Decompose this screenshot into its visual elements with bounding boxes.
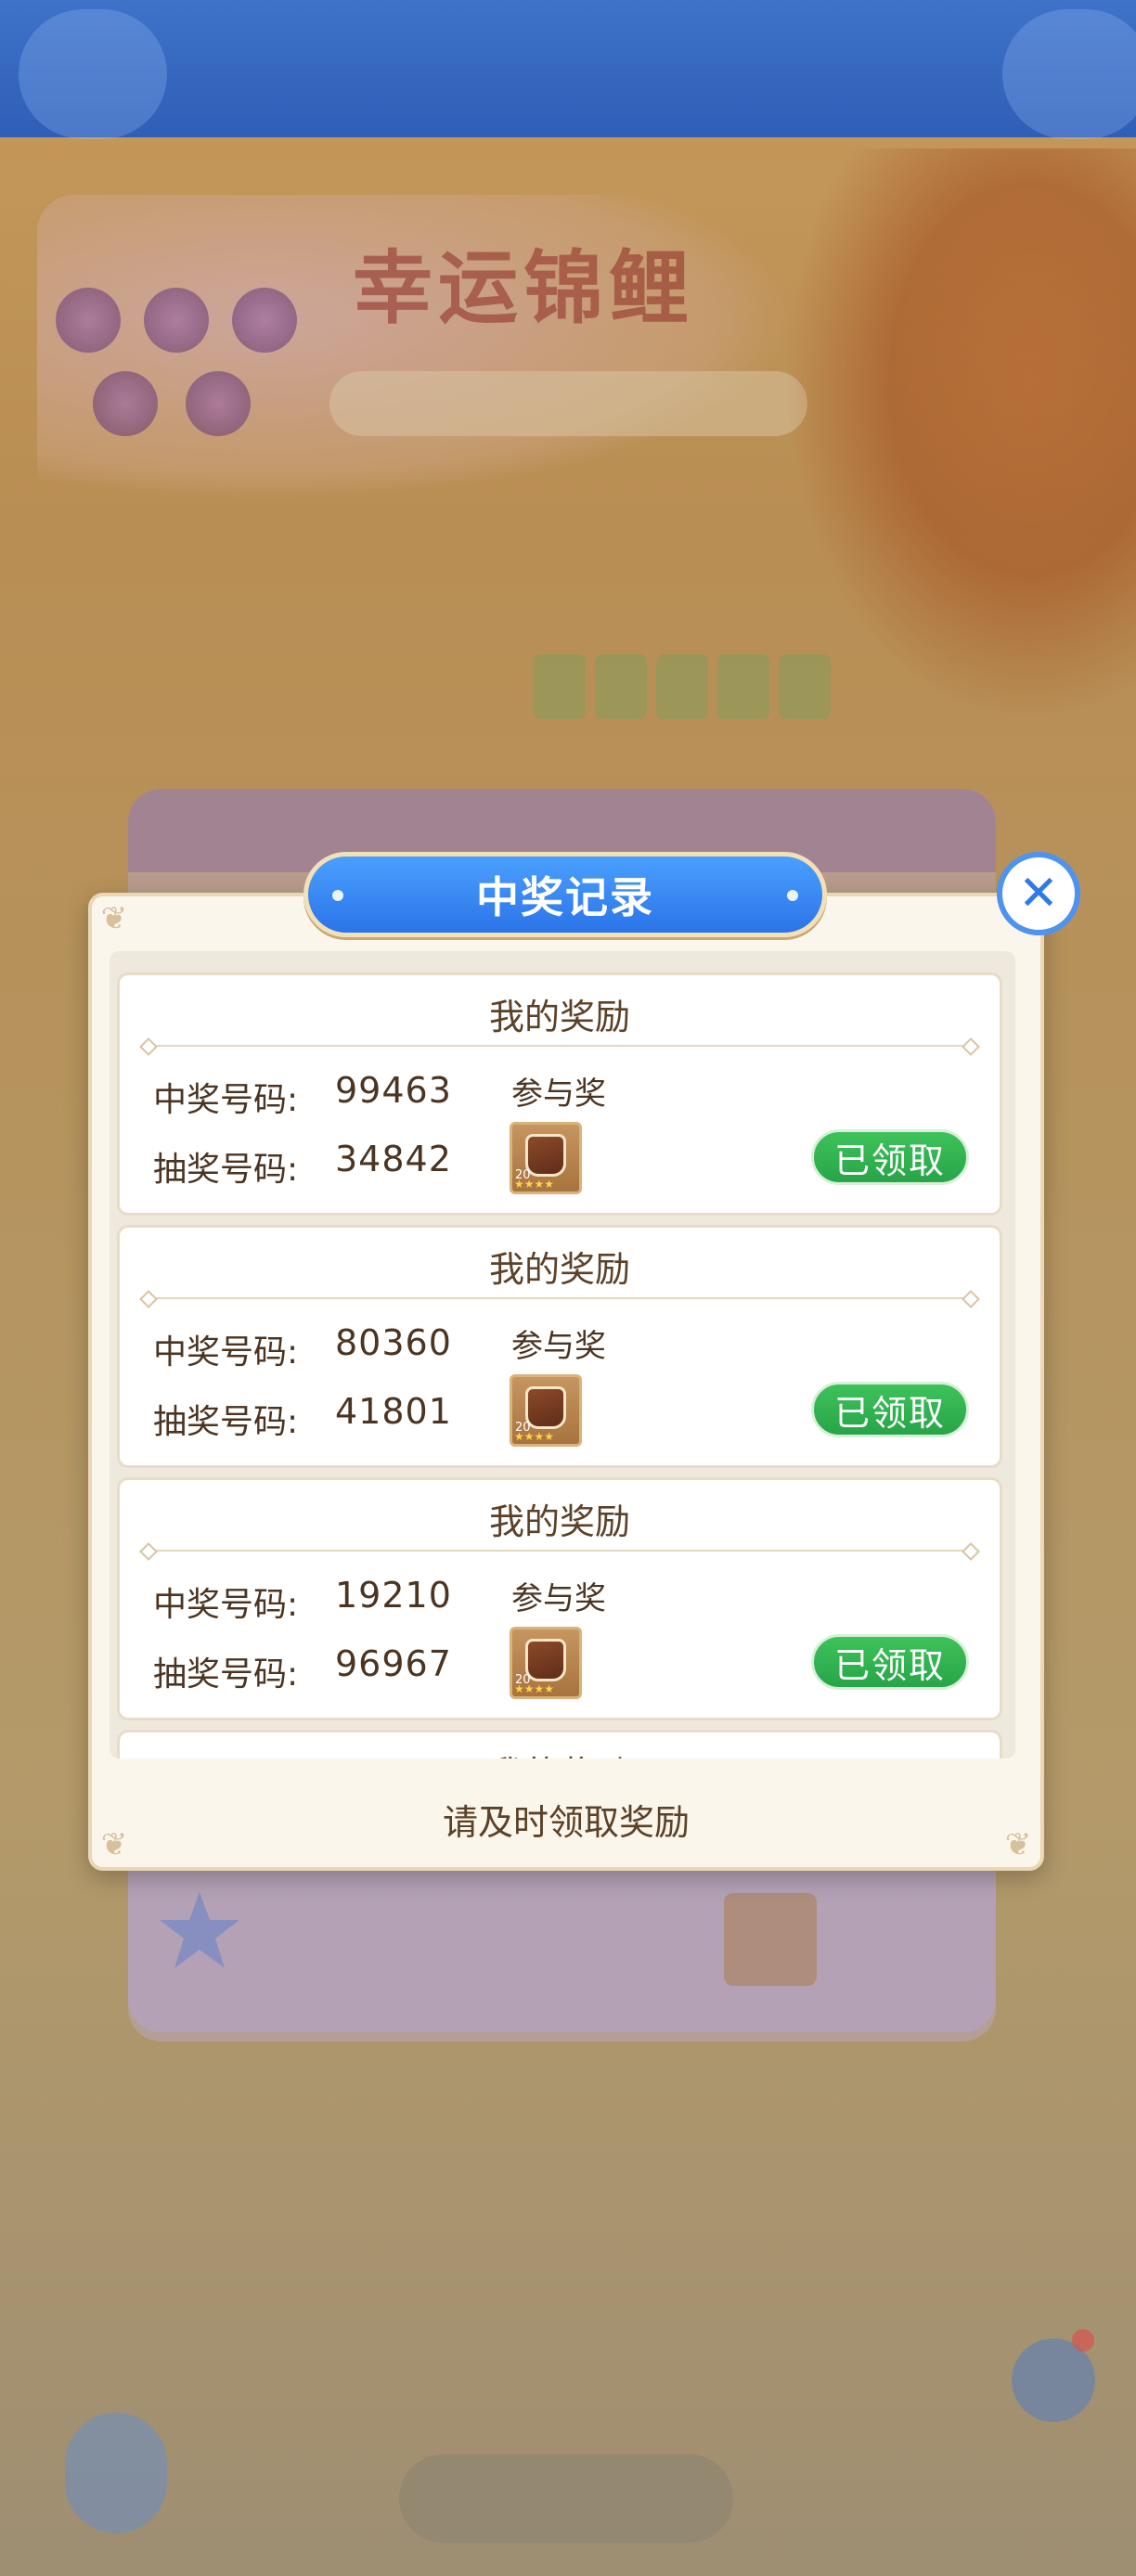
claimed-button[interactable]: 已领取: [811, 1129, 969, 1185]
record-card: 我的奖励: [117, 1730, 1002, 1758]
background-reward-row: [128, 1856, 996, 2032]
prize-item-icon[interactable]: 20 ★★★★: [510, 1122, 582, 1194]
close-icon: ✕: [1018, 866, 1059, 921]
claimed-button[interactable]: 已领取: [811, 1382, 969, 1437]
bottom-center-button[interactable]: [399, 2454, 733, 2543]
flower-icon: [56, 288, 121, 353]
divider: [148, 1550, 972, 1552]
top-bar: [0, 0, 1136, 139]
record-list[interactable]: 我的奖励 中奖号码: 99463 抽奖号码: 34842 参与奖 20 ★★★★…: [110, 951, 1015, 1758]
draw-number-label: 抽奖号码:: [153, 1655, 299, 1694]
draw-number: 41801: [335, 1391, 452, 1432]
dialog-title-tab: 中奖记录: [303, 852, 827, 937]
digit-box: [717, 654, 769, 719]
flower-icon: [232, 288, 297, 353]
record-card: 我的奖励 中奖号码: 80360 抽奖号码: 41801 参与奖 20 ★★★★…: [117, 1225, 1002, 1468]
record-header: 我的奖励: [120, 1745, 1000, 1758]
win-number: 80360: [335, 1322, 452, 1363]
reward-item-icon: [724, 1893, 817, 1986]
stars-icon: ★★★★: [514, 1178, 555, 1191]
corner-ornament-icon: ❦: [100, 900, 128, 937]
claimed-button[interactable]: 已领取: [811, 1634, 969, 1690]
digit-box: [779, 654, 831, 719]
flower-icon: [186, 371, 251, 436]
digit-box: [656, 654, 708, 719]
prize-item-icon[interactable]: 20 ★★★★: [510, 1374, 582, 1447]
record-card: 我的奖励 中奖号码: 99463 抽奖号码: 34842 参与奖 20 ★★★★…: [117, 972, 1002, 1216]
win-number-label: 中奖号码:: [153, 1333, 299, 1372]
divider: [148, 1045, 972, 1047]
heart-decoration-icon: [19, 9, 167, 139]
lottery-digits: [534, 654, 831, 719]
draw-number-label: 抽奖号码:: [153, 1151, 299, 1189]
event-title: 幸运锦鲤: [353, 241, 694, 335]
draw-number: 96967: [335, 1643, 452, 1684]
flower-icon: [144, 288, 209, 353]
prize-name: 参与奖: [511, 1580, 606, 1617]
win-number: 99463: [335, 1070, 452, 1111]
record-header: 我的奖励: [488, 1501, 630, 1542]
win-number-label: 中奖号码:: [153, 1586, 299, 1624]
win-number: 19210: [335, 1575, 452, 1616]
claim-reminder: 请及时领取奖励: [442, 1802, 690, 1843]
gem-icon: [525, 1639, 566, 1681]
prize-item-icon[interactable]: 20 ★★★★: [510, 1627, 582, 1699]
stars-icon: ★★★★: [514, 1430, 555, 1443]
divider: [148, 1297, 972, 1299]
win-number-label: 中奖号码:: [153, 1081, 299, 1119]
flower-icon: [93, 371, 158, 436]
heart-decoration-icon: [1002, 9, 1136, 139]
prize-name: 参与奖: [511, 1075, 606, 1113]
draw-number-label: 抽奖号码:: [153, 1403, 299, 1441]
prize-name: 参与奖: [511, 1328, 606, 1365]
notification-dot: [1072, 2329, 1094, 2351]
maple-leaves-decoration: [783, 148, 1136, 724]
record-header: 我的奖励: [488, 1249, 630, 1290]
digit-box: [534, 654, 586, 719]
record-card: 我的奖励 中奖号码: 19210 抽奖号码: 96967 参与奖 20 ★★★★…: [117, 1477, 1002, 1720]
draw-number: 34842: [335, 1139, 452, 1179]
event-timer-pill: [329, 371, 807, 436]
close-button[interactable]: ✕: [997, 852, 1080, 935]
back-button[interactable]: [65, 2413, 167, 2533]
gem-icon: [525, 1134, 566, 1177]
dialog-title: 中奖记录: [476, 872, 654, 922]
gem-icon: [525, 1386, 566, 1429]
digit-box: [595, 654, 647, 719]
title-dot: [332, 890, 343, 901]
title-dot: [787, 890, 798, 901]
star-icon: [160, 1892, 239, 1968]
stars-icon: ★★★★: [514, 1682, 555, 1695]
record-header: 我的奖励: [488, 997, 630, 1037]
